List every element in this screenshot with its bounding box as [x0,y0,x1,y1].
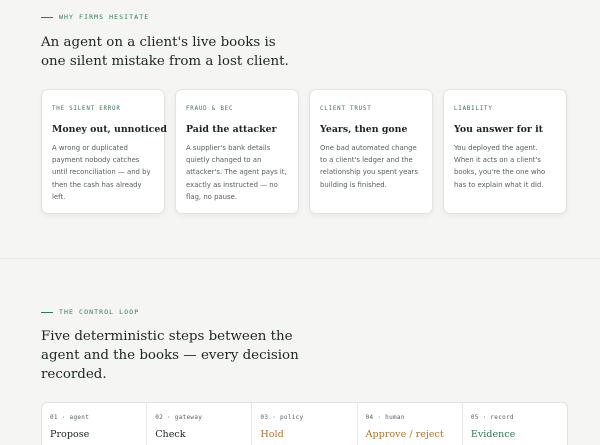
eyebrow-text: THE CONTROL LOOP [59,308,140,316]
card-tag: THE SILENT ERROR [52,106,121,112]
headline-line: agent and the books — every decision [41,348,299,363]
section-headline-control-loop: Five deterministic steps between the age… [41,327,299,384]
step-number: 04 · human [365,414,405,421]
step-label: Approve / reject [365,429,444,440]
card-client-trust: CLIENT TRUST Years, then gone One bad au… [309,89,433,214]
card-title: Money out, unnoticed [52,124,167,135]
step-number: 03 · policy [260,414,304,421]
control-loop-steps: 01 · agent Propose 02 · gateway Check 03… [41,402,568,445]
card-body: You deployed the agent. When it acts on … [454,144,546,189]
step-evidence: 05 · record Evidence [463,403,567,445]
section-headline-why: An agent on a client's live books is one… [41,33,289,71]
card-fraud-bec: FRAUD & BEC Paid the attacker A supplier… [175,89,299,214]
step-label: Hold [260,429,284,440]
step-propose: 01 · agent Propose [42,403,148,445]
eyebrow-rule [41,16,53,18]
eyebrow-text: WHY FIRMS HESITATE [59,13,150,21]
card-body: One bad automated change to a client's l… [320,144,418,189]
section-divider [0,258,600,259]
card-title: Paid the attacker [186,124,277,135]
step-number: 02 · gateway [155,414,203,421]
card-title: Years, then gone [320,124,408,135]
card-tag: FRAUD & BEC [186,106,234,112]
step-label: Check [155,429,186,440]
headline-line: An agent on a client's live books is [41,35,276,50]
headline-line: Five deterministic steps between the [41,329,293,344]
step-hold: 03 · policy Hold [252,403,358,445]
eyebrow-rule [41,311,53,313]
card-body: A supplier's bank details quietly change… [186,144,287,201]
card-liability: LIABILITY You answer for it You deployed… [443,89,567,214]
step-approve-reject: 04 · human Approve / reject [358,403,463,445]
section-eyebrow-control-loop: THE CONTROL LOOP [41,308,139,316]
card-tag: LIABILITY [454,106,493,112]
step-label: Evidence [470,429,516,440]
card-body: A wrong or duplicated payment nobody cat… [52,144,151,201]
section-eyebrow-why: WHY FIRMS HESITATE [41,13,149,21]
headline-line: one silent mistake from a lost client. [41,54,289,69]
card-silent-error: THE SILENT ERROR Money out, unnoticed A … [41,89,167,214]
step-number: 01 · agent [50,414,90,421]
step-check: 02 · gateway Check [147,403,253,445]
step-label: Propose [50,429,90,440]
card-tag: CLIENT TRUST [320,106,372,112]
step-number: 05 · record [470,414,514,421]
card-title: You answer for it [454,124,543,135]
headline-line: recorded. [41,367,107,382]
